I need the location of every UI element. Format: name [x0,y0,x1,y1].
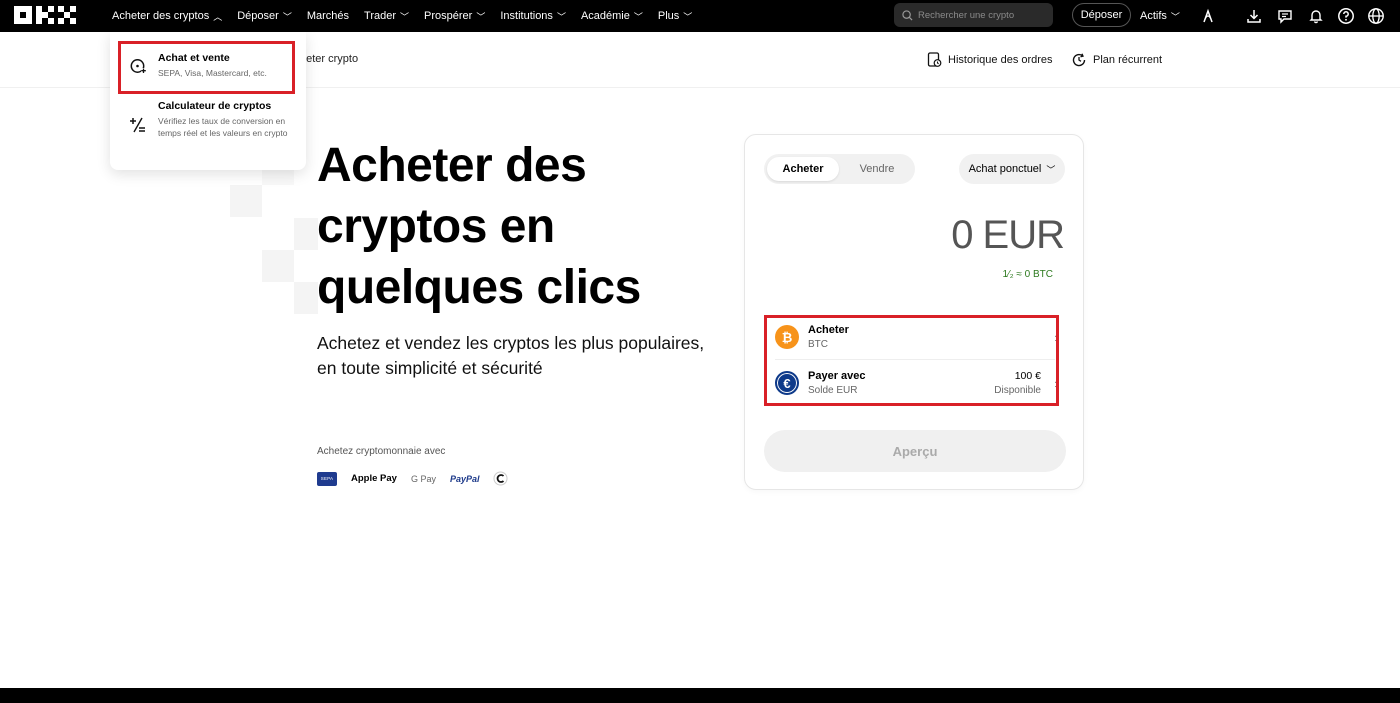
pay-with-row[interactable]: € Payer avec Solde EUR 100 € Disponible … [765,363,1065,409]
title-line: quelques clics [317,261,641,314]
chevron-down-icon: ﹀ [400,11,410,22]
nav-label: Déposer [237,10,279,22]
nav-trade[interactable]: Trader ﹀ [364,10,409,23]
chevron-down-icon: ﹀ [1170,11,1180,22]
sepa-logo: SEPA [317,471,337,486]
conversion-rate: 1⁄₂ ≈ 0 BTC [1002,269,1054,280]
dropdown-item-subtitle: Vérifiez les taux de conversion en temps… [158,116,288,138]
search-icon [902,9,913,21]
decorative-pixel [294,282,318,314]
nav-label: Acheter des cryptos [112,10,210,22]
nav-deposit[interactable]: Déposer ﹀ [237,10,292,23]
payment-methods-label: Achetez cryptomonnaie avec [317,446,446,457]
chevron-right-icon: › [1054,330,1059,345]
chevron-down-icon: ﹀ [1046,164,1056,175]
nav-label: Académie [580,10,630,22]
chevron-down-icon: ﹀ [476,11,486,22]
preview-button[interactable]: Aperçu [764,430,1066,472]
assets-menu[interactable]: Actifs ﹀ [1140,0,1180,32]
available-label: Disponible [994,385,1041,396]
top-navbar: Acheter des cryptos ︿ Déposer ﹀ Marchés Tr… [0,0,1400,32]
row-divider [775,359,1055,360]
buy-sell-toggle: Acheter Vendre [764,154,915,184]
payment-methods: SEPA Apple Pay G Pay PayPal [317,471,522,486]
buy-crypto-dropdown: Achat et vente SEPA, Visa, Mastercard, e… [110,32,306,170]
bitcoin-icon: ₿ [775,325,799,349]
page-title: Acheter des cryptos en quelques clics [317,135,737,318]
dropdown-item-title: Calculateur de cryptos [158,100,272,112]
title-line: Acheter des [317,139,587,192]
buy-row-title: Acheter [808,324,849,336]
subtitle-line: en toute simplicité et sécurité [317,358,543,378]
available-balance: 100 € [1014,370,1041,382]
user-icon[interactable] [1198,6,1218,26]
chevron-down-icon: ﹀ [282,11,292,22]
chevron-down-icon: ﹀ [683,11,693,22]
nav-label: Trader [364,10,397,22]
nav-grow[interactable]: Prospérer ﹀ [424,10,485,23]
buy-asset-row[interactable]: ₿ Acheter BTC › [765,317,1065,363]
chat-icon[interactable] [1275,6,1295,26]
subtitle-line: Achetez et vendez les cryptos les plus p… [317,333,705,353]
buy-sell-icon [130,59,146,73]
download-icon[interactable] [1244,6,1264,26]
chevron-down-icon: ﹀ [556,11,566,22]
dropdown-item-calculator[interactable]: Calculateur de cryptos Vérifiez les taux… [110,98,306,158]
nav-institutions[interactable]: Institutions ﹀ [500,10,566,23]
assets-label: Actifs [1140,10,1167,22]
order-mode-select[interactable]: Achat ponctuel ﹀ [959,154,1065,184]
tab-buy[interactable]: Acheter [767,157,839,181]
nav-academy[interactable]: Académie ﹀ [581,10,643,23]
bell-icon[interactable] [1306,6,1326,26]
paypal-logo: PayPal [449,473,480,484]
nav-label: Institutions [500,10,553,22]
pay-row-title: Payer avec [808,370,866,382]
recurring-plan-label: Plan récurrent [1093,54,1163,66]
trade-card: Acheter Vendre Achat ponctuel ﹀ 0 EUR 1⁄₂… [744,134,1084,490]
euro-icon: € [775,371,799,395]
pay-row-source: Solde EUR [808,385,858,396]
main-nav: Acheter des cryptos ︿ Déposer ﹀ Marchés Tr… [112,0,707,32]
nav-label: Prospérer [424,10,473,22]
page-subtitle: Achetez et vendez les cryptos les plus p… [317,331,747,381]
help-icon[interactable] [1336,6,1356,26]
decorative-pixel [262,170,294,185]
nav-markets[interactable]: Marchés [307,10,349,22]
revolut-logo [493,471,508,486]
chevron-up-icon: ︿ [213,11,223,22]
nav-label: Plus [657,10,680,22]
decorative-pixel [262,250,294,282]
deposit-button[interactable]: Déposer [1072,3,1131,27]
breadcrumb: heter crypto [300,53,359,65]
apple-pay-logo: Apple Pay [351,473,397,484]
title-line: cryptos en [317,200,555,253]
tab-sell[interactable]: Vendre [842,157,912,181]
google-pay-logo: G Pay [410,473,436,484]
nav-label: Marchés [306,10,350,22]
dropdown-item-buy-sell[interactable]: Achat et vente SEPA, Visa, Mastercard, e… [110,50,306,90]
decorative-pixel [230,185,262,217]
nav-buy-crypto[interactable]: Acheter des cryptos ︿ [112,10,222,23]
recurring-plan-link[interactable]: Plan récurrent [1071,52,1162,68]
nav-more[interactable]: Plus ﹀ [658,10,692,23]
order-mode-label: Achat ponctuel [968,163,1042,175]
dropdown-item-subtitle: SEPA, Visa, Mastercard, etc. [158,68,267,78]
recurring-plan-icon [1072,53,1086,67]
search-input[interactable] [918,9,1048,21]
okx-logo[interactable] [14,6,76,24]
buy-row-asset: BTC [808,339,828,350]
calculator-icon [130,117,145,133]
footer-bar [0,688,1400,703]
amount-input[interactable]: 0 EUR [951,213,1065,258]
dropdown-item-title: Achat et vente [158,52,230,64]
globe-icon[interactable] [1366,6,1386,26]
order-history-link[interactable]: Historique des ordres [927,52,1053,68]
search-box[interactable] [894,3,1053,27]
order-history-icon [927,52,942,67]
decorative-pixel [294,218,318,250]
chevron-right-icon: › [1054,376,1059,391]
order-history-label: Historique des ordres [948,54,1053,66]
chevron-down-icon: ﹀ [633,11,643,22]
